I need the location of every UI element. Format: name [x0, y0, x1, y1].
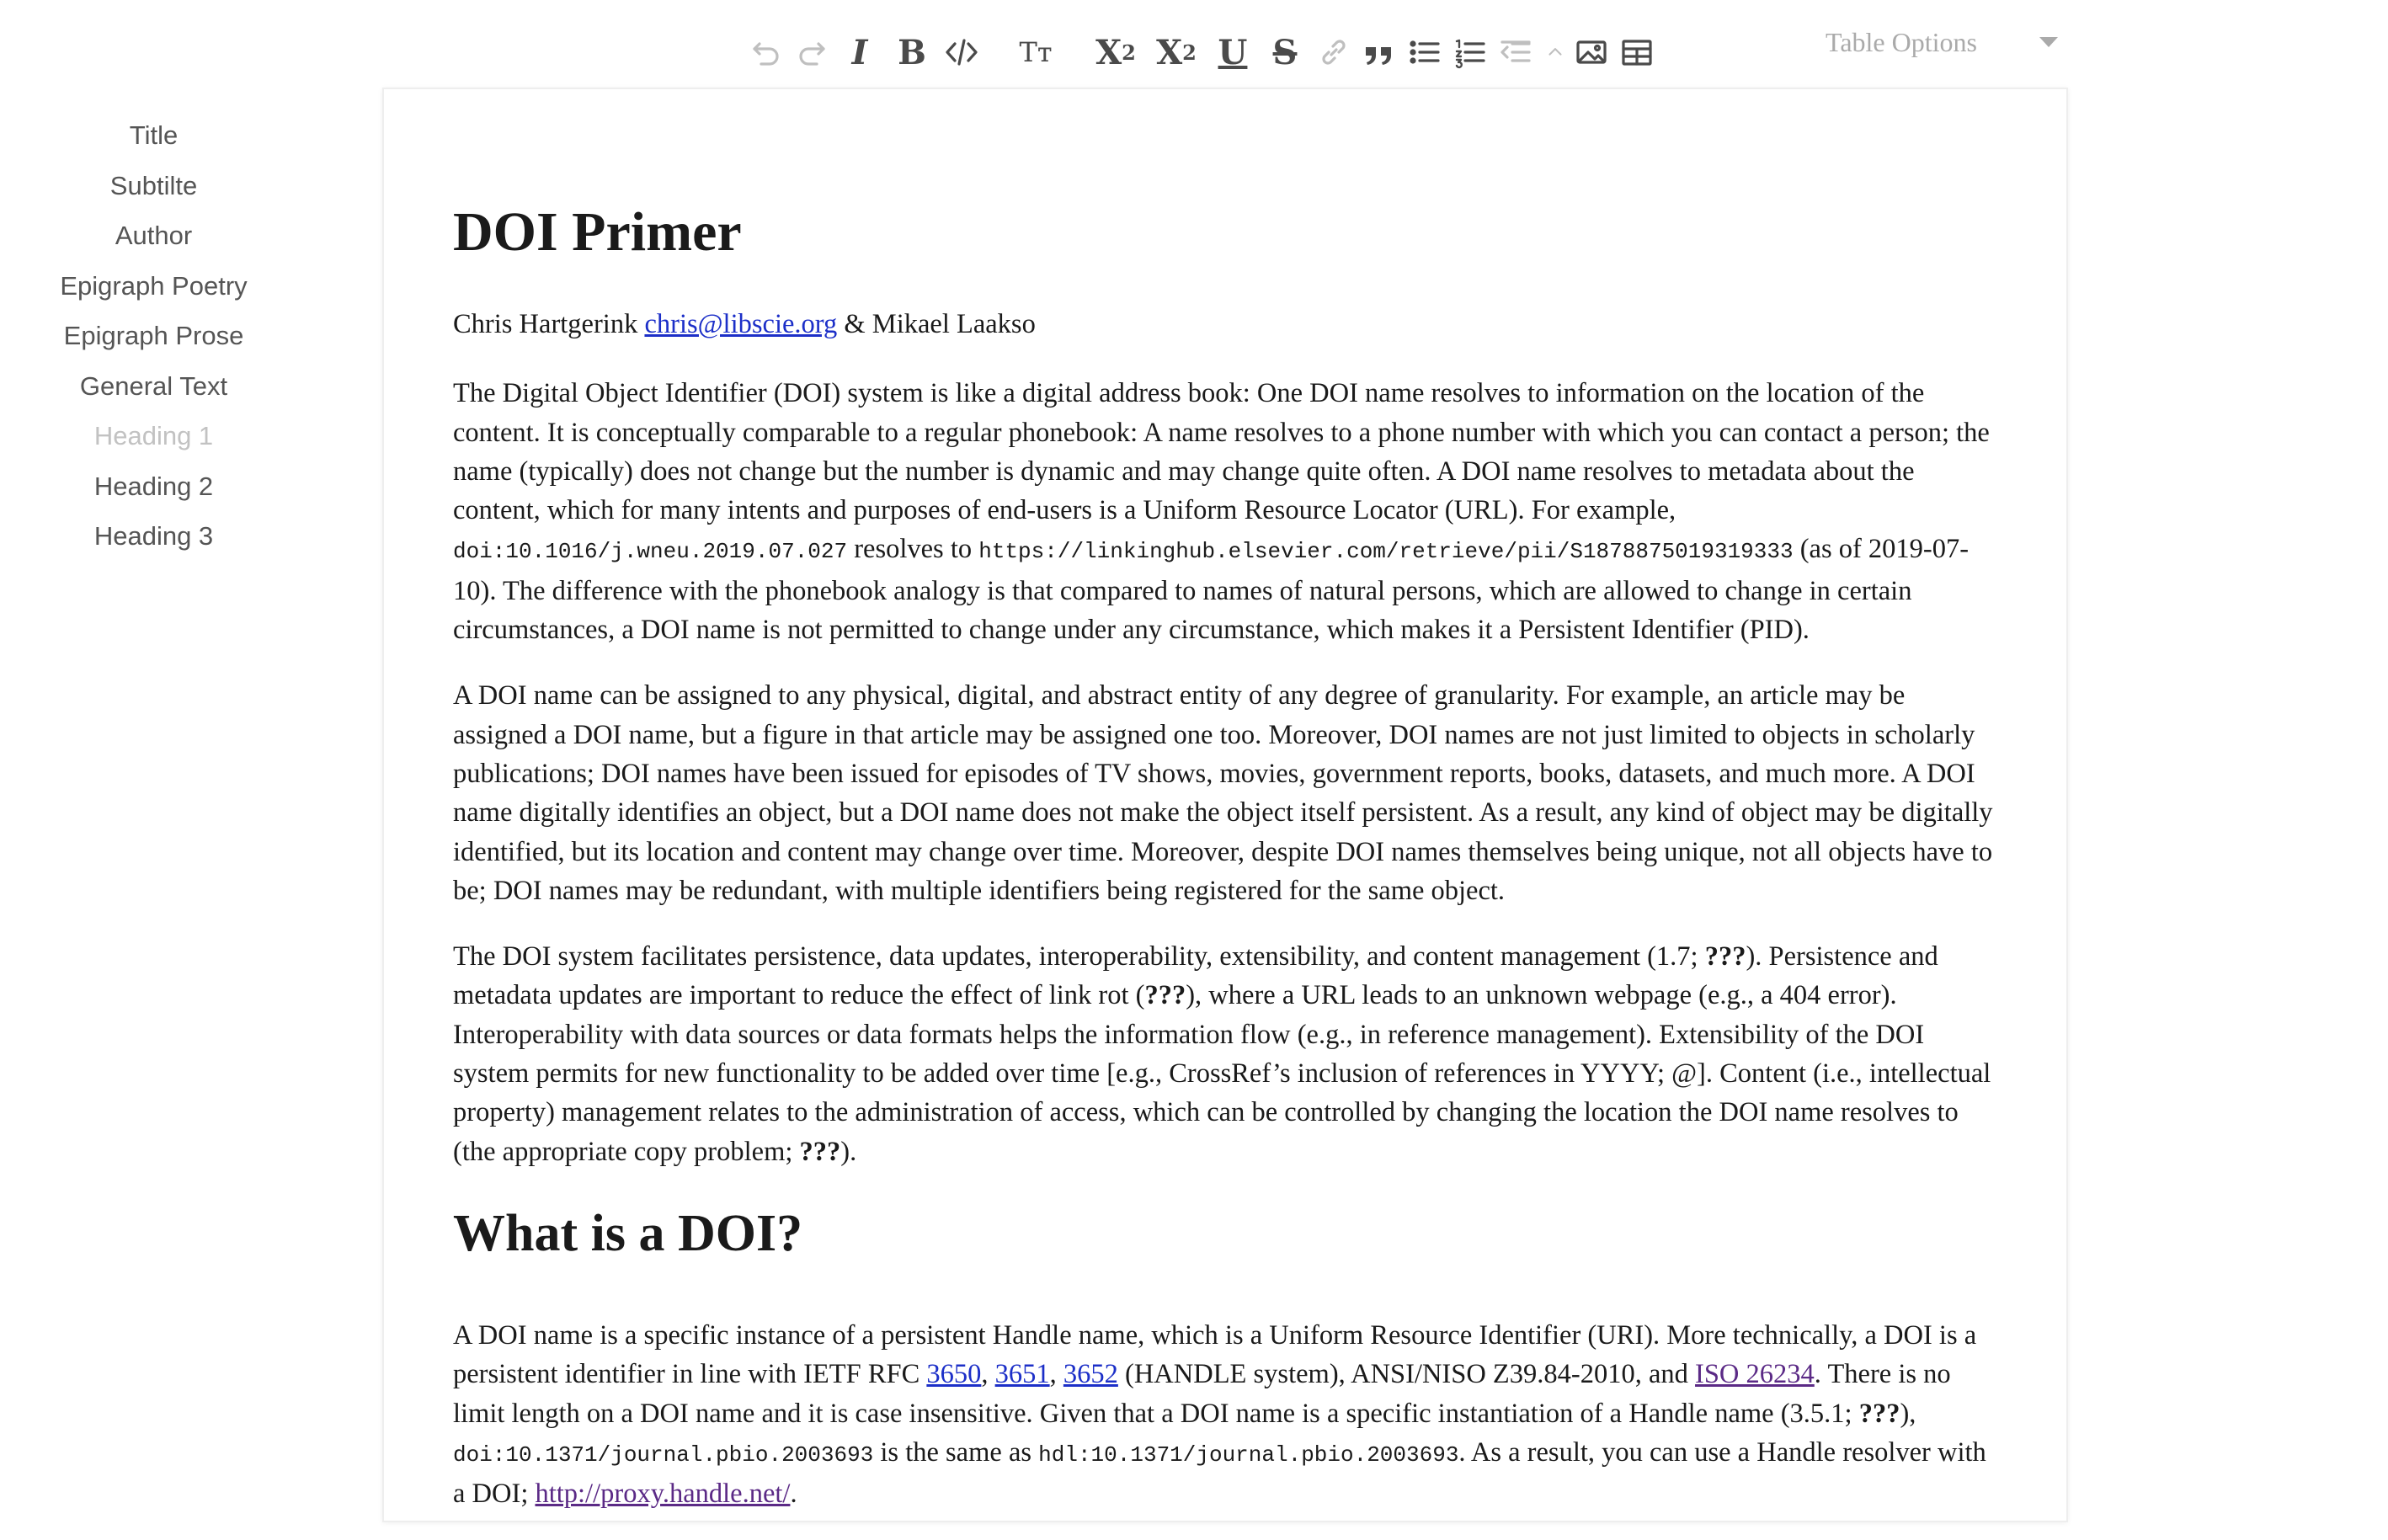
iso-link[interactable]: ISO 26234: [1695, 1359, 1815, 1389]
missing-citation: ???: [1858, 1398, 1900, 1429]
table-options-label: Table Options: [1826, 26, 1977, 57]
blockquote-icon[interactable]: [1362, 27, 1396, 77]
lift-icon[interactable]: [1544, 27, 1566, 77]
link-icon[interactable]: [1317, 27, 1351, 77]
paragraph[interactable]: The DOI system facilitates persistence, …: [453, 937, 2002, 1171]
text-run: The Digital Object Identifier (DOI) syst…: [453, 378, 1990, 526]
document-editor[interactable]: DOI Primer Chris Hartgerink chris@libsci…: [382, 88, 2068, 1522]
sidebar-item-epigraph-poetry[interactable]: Epigraph Poetry: [0, 267, 307, 317]
undo-icon[interactable]: [749, 27, 783, 77]
section-heading[interactable]: What is a DOI?: [453, 1198, 2002, 1269]
missing-citation: ???: [799, 1136, 841, 1167]
sidebar-item-author[interactable]: Author: [0, 216, 307, 267]
sidebar-item-epigraph-prose[interactable]: Epigraph Prose: [0, 317, 307, 367]
author-line[interactable]: Chris Hartgerink chris@libscie.org & Mik…: [453, 305, 2002, 344]
inline-code: doi:10.1371/journal.pbio.2003693: [453, 1441, 874, 1468]
paragraph[interactable]: A DOI name can be assigned to any physic…: [453, 676, 2002, 910]
sidebar-item-heading-2[interactable]: Heading 2: [0, 467, 307, 518]
bullet-list-icon[interactable]: [1408, 27, 1442, 77]
rfc-link[interactable]: 3650: [926, 1359, 981, 1389]
superscript-button[interactable]: X2: [1152, 27, 1201, 77]
table-options-select[interactable]: Table Options: [1826, 20, 2058, 64]
italic-button[interactable]: I: [840, 27, 879, 77]
strikethrough-button[interactable]: S: [1265, 27, 1305, 77]
redo-icon[interactable]: [795, 27, 829, 77]
rfc-link[interactable]: 3651: [995, 1359, 1050, 1389]
sidebar-item-subtitle[interactable]: Subtilte: [0, 167, 307, 217]
text-run: ).: [840, 1136, 857, 1167]
document-content[interactable]: DOI Primer Chris Hartgerink chris@libsci…: [453, 194, 2002, 1540]
text-size-button[interactable]: Tт: [1010, 27, 1061, 77]
text-run: ,: [1049, 1359, 1063, 1390]
handle-proxy-link[interactable]: http://proxy.handle.net/: [535, 1479, 790, 1509]
block-type-sidebar: Title Subtilte Author Epigraph Poetry Ep…: [0, 116, 307, 568]
subscript-button[interactable]: X2: [1091, 27, 1140, 77]
author-email-link[interactable]: chris@libscie.org: [644, 309, 837, 339]
text-run: The DOI system facilitates persistence, …: [453, 941, 1705, 972]
bold-button[interactable]: B: [891, 27, 933, 77]
superscript-mark: 2: [1182, 40, 1197, 65]
text-run: (HANDLE system), ANSI/NISO Z39.84-2010, …: [1117, 1359, 1696, 1390]
underline-button[interactable]: U: [1213, 27, 1253, 77]
sidebar-item-heading-1[interactable]: Heading 1: [0, 417, 307, 467]
text-run: ),: [1900, 1398, 1916, 1429]
inline-code: hdl:10.1371/journal.pbio.2003693: [1038, 1441, 1459, 1468]
inline-code: doi:10.1016/j.wneu.2019.07.027: [453, 539, 848, 565]
author-coauthor: & Mikael Laakso: [837, 309, 1036, 339]
subscript-mark: 2: [1122, 40, 1136, 65]
text-run: resolves to: [847, 534, 979, 565]
editor-toolbar: I B Tт X2 X2 U S: [749, 17, 1666, 88]
superscript-label: X: [1156, 32, 1183, 72]
paragraph[interactable]: A DOI name is a specific instance of a p…: [453, 1316, 2002, 1513]
author-name: Chris Hartgerink: [453, 309, 645, 339]
rfc-link[interactable]: 3652: [1063, 1359, 1118, 1389]
text-run: .: [790, 1479, 797, 1510]
subscript-label: X: [1095, 32, 1122, 72]
sidebar-item-general-text[interactable]: General Text: [0, 367, 307, 418]
ordered-list-icon[interactable]: [1453, 27, 1487, 77]
sidebar-item-title[interactable]: Title: [0, 116, 307, 167]
code-icon[interactable]: [945, 27, 978, 77]
table-icon[interactable]: [1620, 27, 1654, 77]
sidebar-item-heading-3[interactable]: Heading 3: [0, 517, 307, 568]
paragraph[interactable]: The Digital Object Identifier (DOI) syst…: [453, 374, 2002, 649]
chevron-down-icon: [2039, 37, 2058, 47]
missing-citation: ???: [1144, 980, 1186, 1011]
image-icon[interactable]: [1575, 27, 1608, 77]
text-run: ,: [981, 1359, 995, 1390]
document-title[interactable]: DOI Primer: [453, 194, 2002, 271]
missing-citation: ???: [1704, 941, 1746, 972]
inline-code: https://linkinghub.elsevier.com/retrieve…: [978, 539, 1794, 565]
text-run: is the same as: [873, 1436, 1039, 1468]
outdent-icon[interactable]: [1499, 27, 1532, 77]
